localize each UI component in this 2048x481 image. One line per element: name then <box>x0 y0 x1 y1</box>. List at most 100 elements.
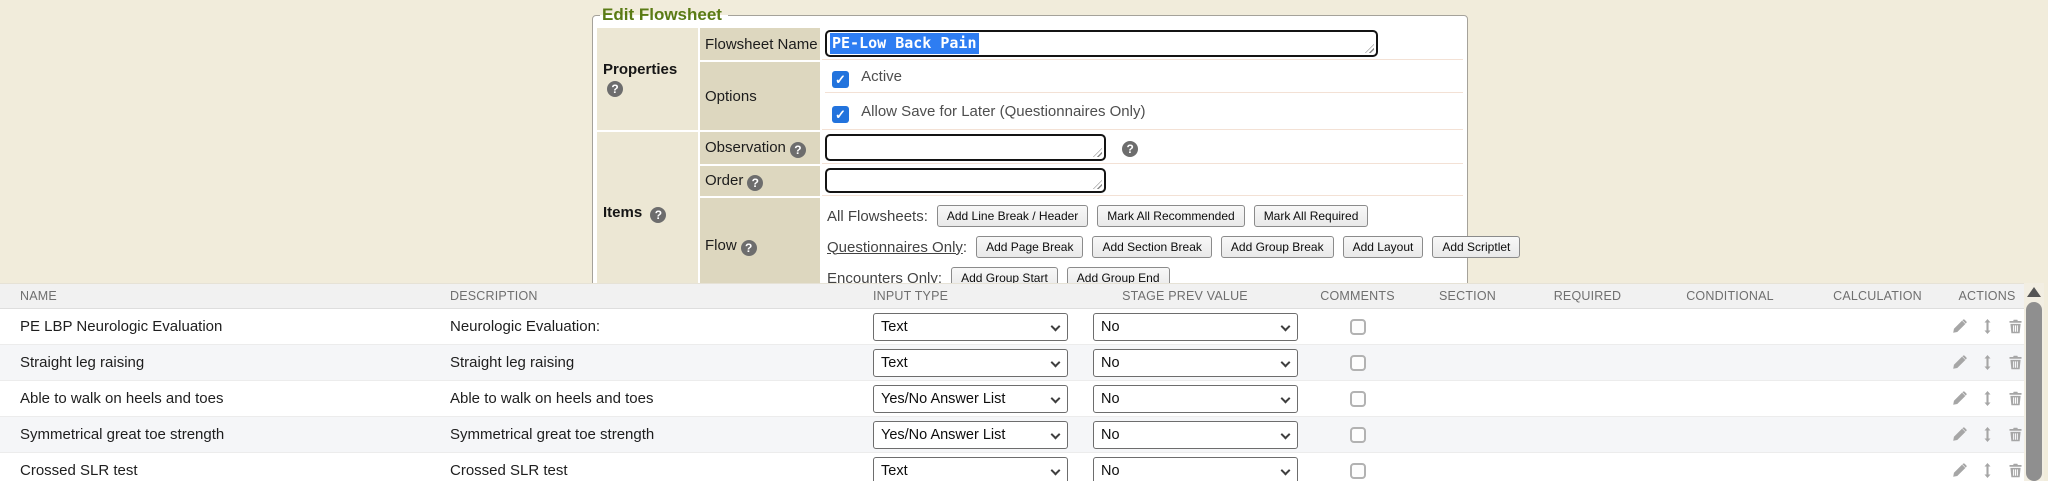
help-icon[interactable]: ? <box>790 142 806 158</box>
header-stage-prev-value: STAGE PREV VALUE <box>1070 289 1300 303</box>
comments-checkbox[interactable] <box>1350 319 1366 335</box>
item-name: Symmetrical great toe strength <box>0 426 430 443</box>
header-actions: ACTIONS <box>1950 289 2024 303</box>
questionnaires-only-colon: : <box>963 239 967 256</box>
header-comments: COMMENTS <box>1300 289 1415 303</box>
header-input-type: INPUT TYPE <box>850 289 1070 303</box>
move-row-icon[interactable] <box>1980 427 1995 442</box>
allow-save-checkbox-label: Allow Save for Later (Questionnaires Onl… <box>861 103 1145 120</box>
input-type-select[interactable]: Yes/No Answer List <box>873 421 1068 449</box>
help-icon[interactable]: ? <box>1122 141 1138 157</box>
header-section: SECTION <box>1415 289 1520 303</box>
add-group-break-button[interactable]: Add Group Break <box>1221 236 1334 258</box>
add-layout-button[interactable]: Add Layout <box>1343 236 1424 258</box>
item-description: Crossed SLR test <box>430 462 850 479</box>
move-row-icon[interactable] <box>1980 463 1995 478</box>
item-description: Straight leg raising <box>430 354 850 371</box>
items-section-label: Items <box>603 204 642 221</box>
questionnaires-only-row: Questionnaires Only: Add Page Break Add … <box>827 236 1463 258</box>
table-row: Symmetrical great toe strength Symmetric… <box>0 417 2024 453</box>
properties-section-cell: Properties ? <box>597 28 698 130</box>
stage-prev-value-select[interactable]: No <box>1093 457 1298 481</box>
input-type-select[interactable]: Text <box>873 313 1068 341</box>
header-required: REQUIRED <box>1520 289 1655 303</box>
table-row: Crossed SLR test Crossed SLR test Text N… <box>0 453 2024 481</box>
vertical-scrollbar[interactable] <box>2024 283 2044 481</box>
item-name: Crossed SLR test <box>0 462 430 479</box>
item-description: Able to walk on heels and toes <box>430 390 850 407</box>
table-row: PE LBP Neurologic Evaluation Neurologic … <box>0 309 2024 345</box>
help-icon[interactable]: ? <box>650 207 666 223</box>
table-header-row: NAME DESCRIPTION INPUT TYPE STAGE PREV V… <box>0 283 2024 309</box>
header-conditional: CONDITIONAL <box>1655 289 1805 303</box>
input-type-select[interactable]: Text <box>873 349 1068 377</box>
scrollbar-thumb[interactable] <box>2026 302 2042 481</box>
input-type-select[interactable]: Yes/No Answer List <box>873 385 1068 413</box>
order-input[interactable] <box>825 168 1106 193</box>
move-row-icon[interactable] <box>1980 355 1995 370</box>
delete-trash-icon[interactable] <box>2008 427 2023 442</box>
mark-all-recommended-button[interactable]: Mark All Recommended <box>1097 205 1244 227</box>
flowsheet-name-label: Flowsheet Name <box>700 28 820 60</box>
help-icon[interactable]: ? <box>747 175 763 191</box>
header-calculation: CALCULATION <box>1805 289 1950 303</box>
edit-pencil-icon[interactable] <box>1952 427 1967 442</box>
comments-checkbox[interactable] <box>1350 391 1366 407</box>
header-name: NAME <box>0 289 430 303</box>
fieldset-legend: Edit Flowsheet <box>600 5 728 25</box>
item-description: Neurologic Evaluation: <box>430 318 850 335</box>
properties-table: Properties ? Flowsheet Name PE-Low Back … <box>595 26 1465 296</box>
mark-all-required-button[interactable]: Mark All Required <box>1254 205 1369 227</box>
options-label: Options <box>700 62 820 130</box>
scroll-up-arrow-icon[interactable] <box>2027 287 2041 297</box>
edit-pencil-icon[interactable] <box>1952 463 1967 478</box>
edit-pencil-icon[interactable] <box>1952 319 1967 334</box>
add-section-break-button[interactable]: Add Section Break <box>1092 236 1211 258</box>
all-flowsheets-row: All Flowsheets: Add Line Break / Header … <box>827 205 1463 227</box>
move-row-icon[interactable] <box>1980 391 1995 406</box>
help-icon[interactable]: ? <box>741 240 757 256</box>
resize-grip-icon[interactable] <box>1093 180 1102 189</box>
item-name: Straight leg raising <box>0 354 430 371</box>
properties-section-label: Properties <box>603 61 677 78</box>
edit-pencil-icon[interactable] <box>1952 391 1967 406</box>
order-label: Order <box>705 172 743 189</box>
comments-checkbox[interactable] <box>1350 427 1366 443</box>
comments-checkbox[interactable] <box>1350 355 1366 371</box>
resize-grip-icon[interactable] <box>1365 44 1374 53</box>
stage-prev-value-select[interactable]: No <box>1093 385 1298 413</box>
item-name: PE LBP Neurologic Evaluation <box>0 318 430 335</box>
flowsheet-name-input[interactable]: PE-Low Back Pain <box>825 30 1378 57</box>
delete-trash-icon[interactable] <box>2008 355 2023 370</box>
flow-label: Flow <box>705 237 737 254</box>
help-icon[interactable]: ? <box>607 81 623 97</box>
add-line-break-header-button[interactable]: Add Line Break / Header <box>937 205 1088 227</box>
delete-trash-icon[interactable] <box>2008 391 2023 406</box>
observation-input[interactable] <box>825 134 1106 161</box>
all-flowsheets-label: All Flowsheets: <box>827 208 928 225</box>
table-row: Straight leg raising Straight leg raisin… <box>0 345 2024 381</box>
comments-checkbox[interactable] <box>1350 463 1366 479</box>
stage-prev-value-select[interactable]: No <box>1093 313 1298 341</box>
add-page-break-button[interactable]: Add Page Break <box>976 236 1083 258</box>
delete-trash-icon[interactable] <box>2008 319 2023 334</box>
stage-prev-value-select[interactable]: No <box>1093 349 1298 377</box>
stage-prev-value-select[interactable]: No <box>1093 421 1298 449</box>
resize-grip-icon[interactable] <box>1093 148 1102 157</box>
active-checkbox[interactable]: ✓ <box>832 71 849 88</box>
header-description: DESCRIPTION <box>430 289 850 303</box>
input-type-select[interactable]: Text <box>873 457 1068 481</box>
items-section-cell: Items ? <box>597 132 698 294</box>
flowsheet-name-selected-text: PE-Low Back Pain <box>830 33 979 54</box>
edit-pencil-icon[interactable] <box>1952 355 1967 370</box>
allow-save-checkbox[interactable]: ✓ <box>832 106 849 123</box>
item-name: Able to walk on heels and toes <box>0 390 430 407</box>
active-checkbox-label: Active <box>861 68 902 85</box>
add-scriptlet-button[interactable]: Add Scriptlet <box>1432 236 1520 258</box>
edit-flowsheet-fieldset: Edit Flowsheet Properties ? Flowsheet Na… <box>592 5 1468 301</box>
observation-label: Observation <box>705 139 786 156</box>
delete-trash-icon[interactable] <box>2008 463 2023 478</box>
table-row: Able to walk on heels and toes Able to w… <box>0 381 2024 417</box>
questionnaires-only-label: Questionnaires Only <box>827 239 963 256</box>
move-row-icon[interactable] <box>1980 319 1995 334</box>
